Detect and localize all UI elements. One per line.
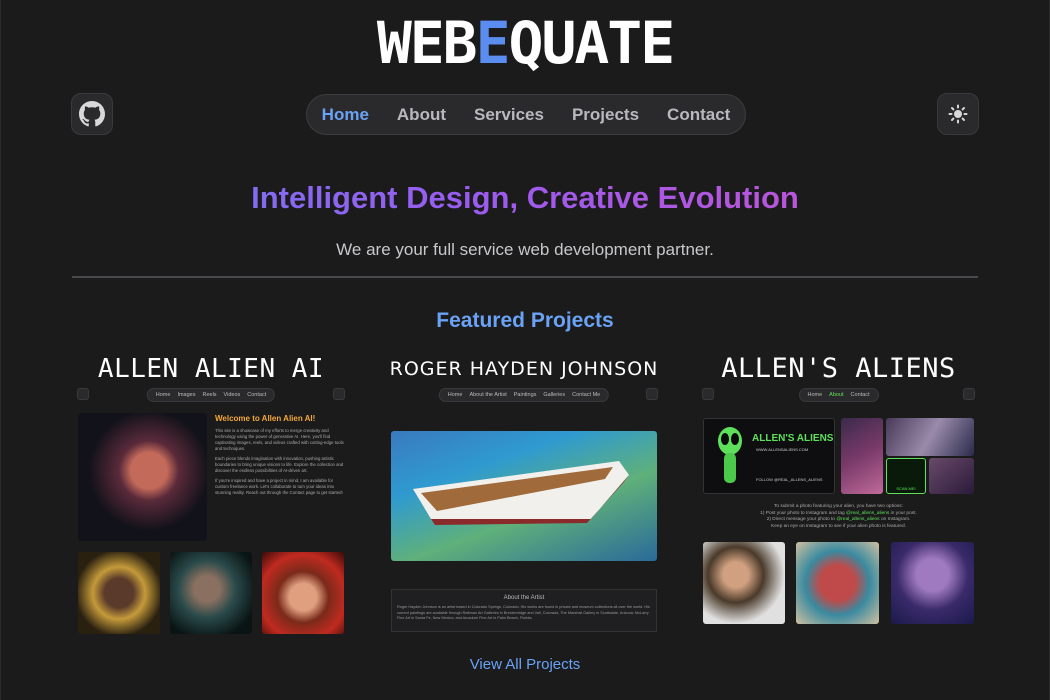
- mini-nav-item: Contact: [850, 392, 870, 398]
- logo-suffix: QUATE: [508, 9, 676, 77]
- alien-photo: [886, 418, 974, 456]
- mini-nav-item: Home: [447, 392, 463, 398]
- github-button[interactable]: [71, 93, 113, 135]
- alien-photo: [841, 418, 883, 494]
- alien-photo: [796, 542, 879, 624]
- nav-home[interactable]: Home: [322, 105, 369, 125]
- project-title: ALLEN'S ALIENS: [721, 353, 956, 384]
- project-card-allens-aliens[interactable]: ALLEN'S ALIENS Home About Contact ALLEN'…: [698, 352, 979, 642]
- mini-nav-item: Images: [177, 392, 196, 398]
- mini-header: Home About Contact: [698, 386, 979, 406]
- mini-nav-item: Contact: [247, 392, 267, 398]
- mini-nav-item: Home: [807, 392, 823, 398]
- welcome-paragraph: If you're inspired and have a project in…: [215, 478, 343, 495]
- project-card-allen-alien-ai[interactable]: ALLEN ALIEN AI Home Images Reels Videos …: [73, 352, 349, 642]
- nav-about[interactable]: About: [397, 105, 446, 125]
- nav-services[interactable]: Services: [474, 105, 544, 125]
- qr-label: SCAN ME!: [896, 486, 916, 491]
- portrait-image: [78, 413, 207, 541]
- project-card-roger-hayden-johnson[interactable]: ROGER HAYDEN JOHNSON Home About the Arti…: [386, 352, 662, 642]
- welcome-title: Welcome to Allen Alien AI!: [215, 414, 316, 423]
- banner-follow: FOLLOW @REAL_ALLENS_ALIENS: [756, 477, 823, 482]
- welcome-paragraph: This site is a showcase of my efforts to…: [215, 428, 344, 451]
- mini-header: Home Images Reels Videos Contact: [73, 386, 349, 406]
- view-all-projects-link[interactable]: View All Projects: [0, 656, 1050, 673]
- submit-instructions: To submit a photo featuring your alien, …: [698, 504, 979, 530]
- submit-line: on Instagram.: [880, 517, 911, 522]
- submit-line: Keep an eye on Instagram to see if your …: [771, 523, 906, 529]
- about-artist-box: About the Artist Roger Hayden Johnson is…: [391, 589, 657, 632]
- alien-photo: [891, 542, 974, 624]
- welcome-paragraph: Each piece blends imagination with innov…: [215, 456, 344, 473]
- mini-nav: Home Images Reels Videos Contact: [146, 388, 276, 402]
- mini-nav-item: Reels: [202, 392, 217, 398]
- banner-url: WWW.ALLENSALIENS.COM: [756, 447, 809, 452]
- section-divider: [72, 276, 978, 278]
- welcome-block: Welcome to Allen Alien AI! This site is …: [215, 414, 345, 500]
- mini-nav-item: About the Artist: [469, 392, 507, 398]
- submit-line: 2) Direct message your photo to: [766, 517, 835, 522]
- theme-icon: [333, 388, 345, 400]
- github-icon: [79, 101, 105, 127]
- nav-projects[interactable]: Projects: [572, 105, 639, 125]
- gallery-image: [78, 552, 160, 634]
- hero-subtitle: We are your full service web development…: [336, 240, 714, 259]
- project-title: ALLEN ALIEN AI: [97, 354, 325, 384]
- mini-nav-item: Home: [155, 392, 171, 398]
- instagram-icon: [77, 388, 89, 400]
- theme-icon: [963, 388, 975, 400]
- gallery-image: [170, 552, 252, 634]
- gallery-image: [262, 552, 344, 634]
- boat-illustration: [413, 461, 629, 525]
- qr-code-image: SCAN ME!: [886, 458, 926, 494]
- site-logo[interactable]: WEBEQUATE: [0, 12, 1050, 74]
- allens-aliens-banner: ALLEN'S ALIENS WWW.ALLENSALIENS.COM FOLL…: [703, 418, 835, 494]
- submit-line: in your post.: [890, 510, 917, 516]
- theme-icon: [646, 388, 658, 400]
- banner-title: ALLEN'S ALIENS: [752, 433, 834, 444]
- mini-nav: Home About the Artist Paintings Gallerie…: [438, 388, 610, 402]
- submit-line: 1) Post your photo to Instagram and tag: [760, 510, 845, 516]
- alien-photo: [703, 542, 785, 624]
- mini-nav-item: Contact Me: [572, 392, 601, 398]
- alien-photo: [929, 458, 974, 494]
- instagram-handle-link[interactable]: @real_allens_aliens: [846, 511, 889, 516]
- main-nav: Home About Services Projects Contact: [306, 94, 746, 135]
- alien-figure: [718, 427, 742, 483]
- mini-nav: Home About Contact: [798, 388, 879, 402]
- nav-contact[interactable]: Contact: [667, 105, 730, 125]
- mini-nav-item-active: About: [829, 392, 844, 398]
- instagram-icon: [702, 388, 714, 400]
- logo-highlight: E: [475, 9, 511, 77]
- mini-nav-item: Videos: [223, 392, 241, 398]
- logo-prefix: WEB: [376, 9, 478, 77]
- boat-painting-image: [391, 431, 657, 561]
- about-text: Roger Hayden Johnson is an artist based …: [397, 605, 650, 620]
- mini-nav-item: Paintings: [513, 392, 537, 398]
- mini-header: Home About the Artist Paintings Gallerie…: [386, 386, 662, 406]
- instagram-handle-link[interactable]: @real_allens_aliens: [836, 517, 879, 522]
- hero-title: Intelligent Design, Creative Evolution: [0, 180, 1050, 216]
- sun-icon: [948, 104, 968, 124]
- featured-heading: Featured Projects: [436, 309, 614, 332]
- project-title: ROGER HAYDEN JOHNSON: [389, 358, 659, 380]
- mini-nav-item: Galleries: [543, 392, 566, 398]
- theme-toggle-button[interactable]: [937, 93, 979, 135]
